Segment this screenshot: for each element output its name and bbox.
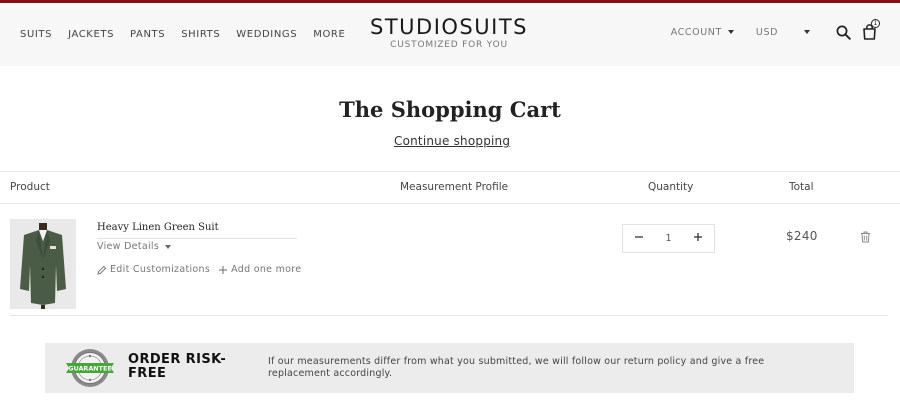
nav-item-shirts[interactable]: SHIRTS [181,29,220,40]
seal-text: GUARANTEE [68,365,112,373]
cart-item-row: Heavy Linen Green Suit View Details Edit… [10,204,888,316]
add-one-more-label: Add one more [231,264,302,275]
header-actions: ACCOUNT USD 1 [671,19,880,41]
view-details-toggle[interactable]: View Details [97,241,172,252]
chevron-down-icon [165,244,172,249]
nav-item-pants[interactable]: PANTS [130,29,165,40]
header-product: Product [10,181,50,193]
header-measurement-profile: Measurement Profile [400,181,509,193]
decrease-quantity-button[interactable] [633,231,645,246]
account-label: ACCOUNT [670,26,722,38]
nav-item-more[interactable]: MORE [313,29,345,40]
page-title: The Shopping Cart [339,97,561,122]
chevron-down-icon [804,30,810,34]
edit-customizations-label: Edit Customizations [110,264,211,275]
quantity-stepper [622,224,715,253]
banner-text: If our measurements differ from what you… [268,356,765,379]
guarantee-seal-icon: GUARANTEE [65,347,115,393]
trash-icon[interactable] [860,228,871,247]
cart-count-badge: 1 [871,19,880,28]
logo-title: STUDIOSUITS [370,15,528,39]
search-icon[interactable] [834,23,852,41]
item-actions: Edit Customizations Add one more [97,264,309,275]
product-image[interactable] [10,219,76,309]
risk-free-banner: GUARANTEE ORDER RISK-FREE If our measure… [45,343,854,393]
continue-shopping-link[interactable]: Continue shopping [394,134,510,148]
logo-subtitle: CUSTOMIZED FOR YOU [390,40,508,50]
view-details-label: View Details [97,241,160,252]
currency-dropdown[interactable]: USD [756,27,810,38]
nav-item-jackets[interactable]: JACKETS [68,29,114,40]
main-nav: SUITS JACKETS PANTS SHIRTS WEDDINGS MORE [20,29,361,40]
site-logo[interactable]: STUDIOSUITS CUSTOMIZED FOR YOU [360,15,538,50]
banner-title: ORDER RISK-FREE [128,352,227,381]
cart-table-header: Product Measurement Profile Quantity Tot… [0,171,900,204]
add-one-more-link[interactable]: Add one more [218,264,301,275]
product-name[interactable]: Heavy Linen Green Suit [97,222,297,239]
site-header: SUITS JACKETS PANTS SHIRTS WEDDINGS MORE… [0,3,900,66]
header-quantity: Quantity [648,181,694,193]
nav-item-weddings[interactable]: WEDDINGS [236,29,297,40]
pencil-icon [97,265,107,275]
currency-label: USD [755,26,778,38]
nav-item-suits[interactable]: SUITS [20,29,52,40]
header-total: Total [789,181,814,193]
chevron-down-icon [727,30,734,34]
cart-bag-icon[interactable]: 1 [860,19,880,41]
increase-quantity-button[interactable] [692,231,704,246]
account-dropdown[interactable]: ACCOUNT [671,27,734,38]
plus-icon [219,265,228,274]
minus-icon [635,236,643,238]
plus-icon [694,233,702,241]
item-total-price: $240 [786,229,818,243]
quantity-input[interactable] [653,233,684,244]
edit-customizations-link[interactable]: Edit Customizations [97,264,210,275]
